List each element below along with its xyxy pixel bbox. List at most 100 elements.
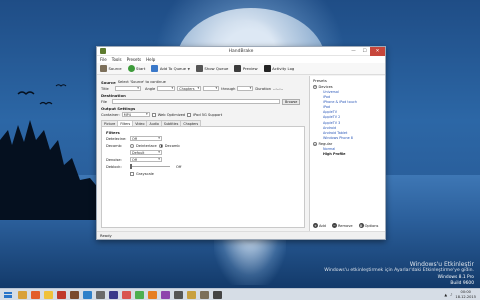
preview-button[interactable]: Preview xyxy=(234,65,258,72)
plus-icon: + xyxy=(313,223,318,228)
tab-picture[interactable]: Picture xyxy=(101,120,119,126)
decomb-label: Decomb: xyxy=(106,143,123,148)
preset-options-button[interactable]: ⚙ Options xyxy=(358,223,379,228)
maximize-button[interactable]: ☐ xyxy=(359,47,370,56)
remove-preset-button[interactable]: − Remove xyxy=(331,223,353,228)
build-line-2: Build 9600 xyxy=(450,280,474,286)
terminal-icon xyxy=(263,65,271,72)
chapters-select[interactable]: Chapters xyxy=(177,86,202,91)
film-icon xyxy=(100,65,107,72)
decomb-radio-label: Decomb xyxy=(164,143,180,148)
source-heading-row: Source Select 'Source' to continue xyxy=(101,78,305,85)
menu-file[interactable]: File xyxy=(100,57,107,62)
app-icon[interactable] xyxy=(109,290,118,299)
windows-start-button[interactable] xyxy=(2,290,14,300)
denoise-row: Denoise: Off xyxy=(106,156,300,163)
deblock-row: Deblock: Off xyxy=(106,163,300,170)
app-icon[interactable] xyxy=(83,290,92,299)
app-icon[interactable] xyxy=(174,290,183,299)
file-path-input[interactable] xyxy=(112,99,280,104)
tab-subtitles[interactable]: Subtitles xyxy=(160,120,182,126)
clock[interactable]: 00:00 18.12.2015 xyxy=(455,290,476,299)
show-queue-button[interactable]: Show Queue xyxy=(195,65,228,72)
ipod-support-checkbox[interactable] xyxy=(187,112,192,117)
menu-help[interactable]: Help xyxy=(146,57,155,62)
deinterlace-radio-label: Deinterlace xyxy=(136,143,157,148)
angle-label: Angle xyxy=(145,86,156,91)
add-preset-button[interactable]: + Add xyxy=(313,223,326,228)
preset-item-selected[interactable]: High Profile xyxy=(313,152,382,157)
volume-icon[interactable]: ♪ xyxy=(450,293,452,297)
handbrake-taskbar-icon[interactable] xyxy=(200,290,209,299)
destination-row: File Browse xyxy=(101,98,305,105)
activation-watermark: Windows'u Etkinleştir Windows'u etkinleş… xyxy=(324,262,474,274)
network-icon[interactable]: ▲ xyxy=(444,293,447,297)
collapse-icon[interactable]: − xyxy=(313,84,317,89)
duration-label: Duration xyxy=(255,86,271,91)
app-icon[interactable] xyxy=(122,290,131,299)
angle-select[interactable] xyxy=(157,86,176,91)
decomb-preset-select[interactable]: Default xyxy=(130,150,162,155)
source-button[interactable]: Source xyxy=(100,65,122,72)
title-bar[interactable]: HandBrake — ☐ ✕ xyxy=(97,47,385,56)
decomb-row: Decomb: Deinterlace Decomb xyxy=(106,142,300,149)
tab-audio[interactable]: Audio xyxy=(146,120,162,126)
web-optimized-checkbox[interactable] xyxy=(151,112,156,117)
deblock-slider[interactable] xyxy=(130,164,170,169)
menu-tools[interactable]: Tools xyxy=(112,57,122,62)
birds-silhouette xyxy=(17,84,67,105)
close-button[interactable]: ✕ xyxy=(370,47,385,56)
presets-panel: Presets − Devices Universal iPod iPhone … xyxy=(309,76,385,231)
minimize-button[interactable]: — xyxy=(348,47,359,56)
app-icon[interactable] xyxy=(161,290,170,299)
activity-log-button[interactable]: Activity Log xyxy=(263,65,294,72)
app-icon[interactable] xyxy=(148,290,157,299)
status-text: Ready xyxy=(100,233,112,238)
through-label: through xyxy=(221,86,236,91)
tab-video[interactable]: Video xyxy=(132,120,148,126)
collapse-icon[interactable]: − xyxy=(313,142,317,147)
tree-silhouette xyxy=(0,120,100,220)
add-to-queue-label: Add To Queue xyxy=(159,66,187,71)
browse-button[interactable]: Browse xyxy=(282,98,301,105)
queue-list-icon xyxy=(195,65,203,72)
detelecine-select[interactable]: Off xyxy=(130,136,162,141)
chapter-end-select[interactable] xyxy=(237,86,254,91)
watermark-text: Windows'u etkinleştirmek için Ayarlar'da… xyxy=(324,268,474,273)
app-icon[interactable] xyxy=(70,290,79,299)
app-icon[interactable] xyxy=(213,290,222,299)
detelecine-row: Detelecine: Off xyxy=(106,135,300,142)
tab-chapters[interactable]: Chapters xyxy=(180,120,202,126)
preset-options-label: Options xyxy=(364,223,379,228)
denoise-select[interactable]: Off xyxy=(130,157,162,162)
app-icon[interactable] xyxy=(96,290,105,299)
menu-presets[interactable]: Presets xyxy=(127,57,142,62)
container-select[interactable]: MP4 xyxy=(121,112,150,117)
title-label: Title xyxy=(101,86,109,91)
app-icon[interactable] xyxy=(57,290,66,299)
grayscale-checkbox[interactable] xyxy=(130,171,134,176)
tab-filters[interactable]: Filters xyxy=(117,120,134,126)
start-button[interactable]: Start xyxy=(127,65,145,72)
title-select[interactable] xyxy=(115,86,141,91)
chapter-start-select[interactable] xyxy=(203,86,220,91)
main-panel: Source Select 'Source' to continue Title… xyxy=(97,76,309,231)
add-queue-icon xyxy=(151,65,159,72)
firefox-icon[interactable] xyxy=(31,290,40,299)
taskbar: ▲ ♪ 00:00 18.12.2015 xyxy=(0,288,480,300)
deinterlace-radio[interactable] xyxy=(130,143,134,148)
file-explorer-icon[interactable] xyxy=(18,290,27,299)
menu-bar: File Tools Presets Help xyxy=(97,56,385,63)
app-icon[interactable] xyxy=(135,290,144,299)
deblock-value: Off xyxy=(176,164,182,169)
folder-icon[interactable] xyxy=(44,290,53,299)
chevron-down-icon[interactable]: ▼ xyxy=(188,67,190,71)
slider-handle[interactable] xyxy=(130,164,132,169)
grayscale-label: Grayscale xyxy=(136,171,154,176)
decomb-radio[interactable] xyxy=(158,143,163,148)
ipod-support-label: iPod 5G Support xyxy=(193,112,223,117)
deblock-label: Deblock: xyxy=(106,164,122,169)
add-to-queue-button[interactable]: Add To Queue ▼ xyxy=(151,65,190,72)
app-icon[interactable] xyxy=(187,290,196,299)
preview-icon xyxy=(234,65,242,72)
